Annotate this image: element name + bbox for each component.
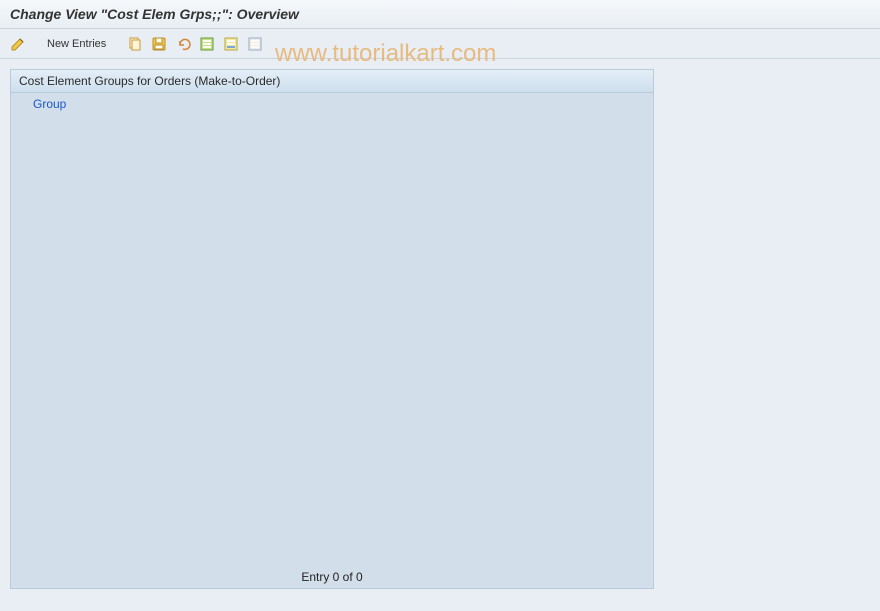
- copy-icon[interactable]: [125, 34, 145, 54]
- toolbar: New Entries: [0, 29, 880, 59]
- panel-body: Group: [11, 93, 653, 566]
- change-icon[interactable]: [8, 34, 28, 54]
- deselect-icon[interactable]: [245, 34, 265, 54]
- save-icon[interactable]: [149, 34, 169, 54]
- undo-icon[interactable]: [173, 34, 193, 54]
- table-panel: Cost Element Groups for Orders (Make-to-…: [10, 69, 654, 589]
- content-area: Cost Element Groups for Orders (Make-to-…: [0, 59, 880, 599]
- panel-footer: Entry 0 of 0: [11, 566, 653, 588]
- new-entries-button[interactable]: New Entries: [40, 35, 113, 53]
- title-bar: Change View "Cost Elem Grps;;": Overview: [0, 0, 880, 29]
- panel-header: Cost Element Groups for Orders (Make-to-…: [11, 70, 653, 93]
- select-all-icon[interactable]: [197, 34, 217, 54]
- select-block-icon[interactable]: [221, 34, 241, 54]
- page-title: Change View "Cost Elem Grps;;": Overview: [10, 6, 870, 22]
- column-header-group[interactable]: Group: [33, 97, 66, 111]
